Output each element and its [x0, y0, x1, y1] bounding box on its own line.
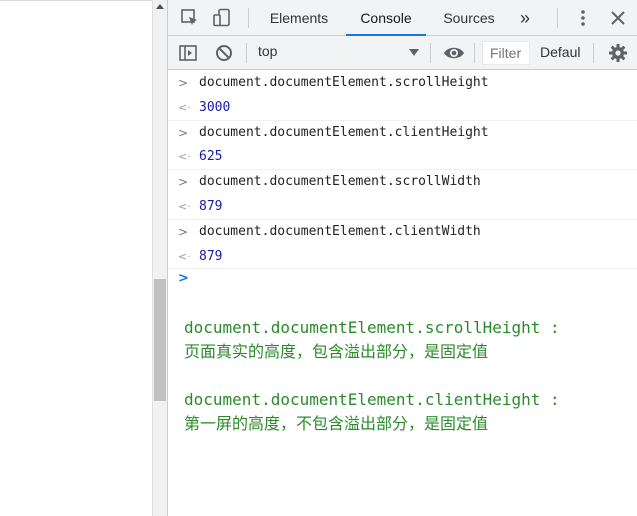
console-input-line: > document.documentElement.clientWidth: [168, 220, 637, 245]
console-input-line: > document.documentElement.clientHeight: [168, 121, 637, 146]
clear-console-icon[interactable]: [214, 43, 234, 63]
annotation-notes: document.documentElement.scrollHeight : …: [184, 316, 634, 460]
tab-console[interactable]: Console: [346, 0, 426, 36]
input-chevron-icon: >: [178, 224, 189, 239]
devtools-panel: Elements Console Sources » top Filter De…: [167, 0, 637, 516]
console-input-line: > document.documentElement.scrollHeight: [168, 71, 637, 96]
devtools-tabbar: Elements Console Sources »: [168, 0, 637, 36]
console-result-line: <· 625: [168, 145, 637, 171]
page-viewport: [0, 0, 152, 516]
annotation-note: document.documentElement.clientHeight : …: [184, 388, 634, 436]
console-result: 879: [199, 248, 223, 264]
console-result: 3000: [199, 99, 231, 115]
context-selector[interactable]: top: [258, 43, 277, 59]
close-icon[interactable]: [608, 8, 628, 28]
annotation-note: document.documentElement.scrollHeight : …: [184, 316, 634, 364]
console-result-line: <· 879: [168, 195, 637, 220]
live-expression-eye-icon[interactable]: [443, 43, 465, 63]
toolbar-separator: [474, 43, 475, 63]
gear-icon[interactable]: [608, 43, 628, 63]
kebab-menu-icon[interactable]: [573, 8, 593, 28]
toolbar-separator: [248, 8, 249, 28]
toolbar-separator: [557, 8, 558, 28]
console-result: 879: [199, 198, 223, 214]
console-prompt[interactable]: >: [168, 269, 637, 293]
tab-elements[interactable]: Elements: [261, 0, 337, 36]
console-result-line: <· 879: [168, 245, 637, 270]
note-title: document.documentElement.scrollHeight :: [184, 318, 560, 337]
toolbar-separator: [430, 43, 431, 63]
input-chevron-icon: >: [178, 76, 189, 90]
scrollbar-thumb[interactable]: [154, 279, 166, 401]
console-command: document.documentElement.clientHeight: [199, 124, 489, 140]
page-scrollbar[interactable]: [152, 0, 167, 516]
result-arrow-icon: <·: [178, 249, 191, 263]
note-description: 第一屏的高度，不包含溢出部分，是固定值: [184, 414, 489, 433]
note-description: 页面真实的高度，包含溢出部分，是固定值: [184, 342, 489, 361]
console-result: 625: [199, 149, 223, 165]
scroll-up-arrow-icon[interactable]: [156, 4, 164, 9]
filter-input[interactable]: Filter: [482, 41, 530, 65]
result-arrow-icon: <·: [178, 199, 191, 213]
prompt-chevron-icon: >: [178, 271, 189, 287]
toolbar-separator: [593, 43, 594, 63]
filter-placeholder: Filter: [490, 45, 522, 61]
toolbar-separator: [246, 43, 247, 63]
inspect-element-icon[interactable]: [180, 8, 200, 28]
input-chevron-icon: >: [178, 125, 189, 140]
result-arrow-icon: <·: [178, 100, 191, 114]
console-output[interactable]: > document.documentElement.scrollHeight …: [168, 71, 637, 293]
result-arrow-icon: <·: [178, 150, 191, 164]
console-command: document.documentElement.clientWidth: [199, 223, 481, 239]
chevron-down-icon[interactable]: [409, 49, 419, 56]
log-levels-dropdown[interactable]: Defaul: [540, 44, 580, 60]
console-result-line: <· 3000: [168, 96, 637, 121]
console-command: document.documentElement.scrollHeight: [199, 75, 489, 90]
console-command: document.documentElement.scrollWidth: [199, 174, 481, 190]
more-tabs-icon[interactable]: »: [510, 0, 540, 36]
console-toolbar: top Filter Defaul: [168, 36, 637, 70]
input-chevron-icon: >: [178, 175, 189, 190]
console-input-line: > document.documentElement.scrollWidth: [168, 170, 637, 195]
sidebar-toggle-icon[interactable]: [178, 43, 198, 63]
tab-sources[interactable]: Sources: [436, 0, 502, 36]
device-toolbar-icon[interactable]: [212, 8, 232, 28]
note-title: document.documentElement.clientHeight :: [184, 390, 560, 409]
